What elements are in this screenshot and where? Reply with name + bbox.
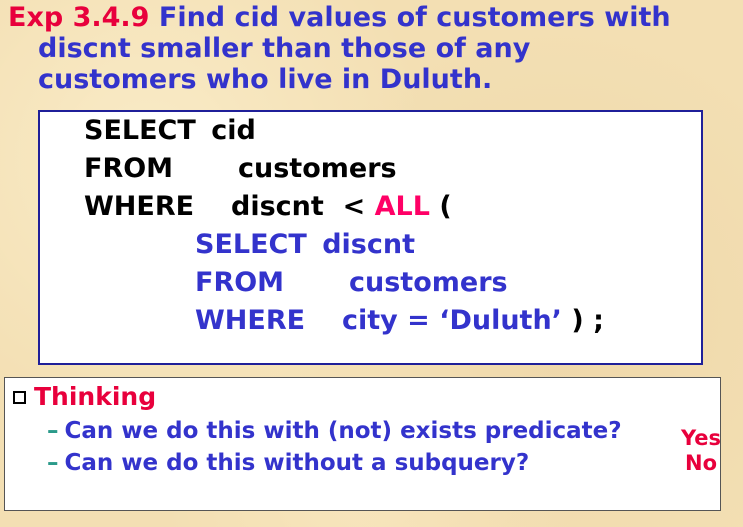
answer-yes: Yes <box>681 426 722 450</box>
title-line-3: customers who live in Duluth. <box>38 64 493 95</box>
thinking-heading-text: Thinking <box>34 382 157 411</box>
sql-open-paren: ( <box>429 191 452 222</box>
subquery-select-keyword: SELECT <box>195 229 307 260</box>
answer-no: No <box>685 451 718 475</box>
slide-title: Exp 3.4.9 Find cid values of customers w… <box>8 2 738 95</box>
sql-from-keyword: FROM <box>84 153 174 184</box>
subquery-where-condition: city = ‘Duluth’ ) ; <box>342 306 604 336</box>
question-item: – Can we do this with (not) exists predic… <box>47 417 622 445</box>
sql-select-column: cid <box>211 115 256 146</box>
title-line-1-text: Find cid values of customers with <box>149 2 671 33</box>
subquery-from-keyword: FROM <box>195 267 285 298</box>
sql-where-expression: discnt < <box>231 191 375 222</box>
checkbox-bullet-icon <box>13 391 26 404</box>
question-text: Can we do this with (not) exists predica… <box>64 418 622 444</box>
sql-where-condition: discnt < ALL ( <box>231 192 452 222</box>
sql-where-line: WHERE <box>84 192 194 222</box>
thinking-box: Thinking – Can we do this with (not) exis… <box>4 377 721 511</box>
title-line-1: Exp 3.4.9 Find cid values of customers w… <box>8 2 738 33</box>
title-line-2: discnt smaller than those of any <box>38 33 531 64</box>
example-number: Exp 3.4.9 <box>8 2 150 33</box>
sql-select-line: SELECT cid <box>84 116 256 146</box>
subquery-select-line: SELECT discnt <box>195 230 415 260</box>
sql-from-table: customers <box>238 153 397 184</box>
sql-select-keyword: SELECT <box>84 115 196 146</box>
sql-all-keyword: ALL <box>374 191 430 222</box>
subquery-select-column: discnt <box>322 229 415 260</box>
thinking-heading: Thinking <box>13 382 156 412</box>
sql-code-box: SELECT cid FROM customers WHERE discnt <… <box>38 110 703 365</box>
dash-bullet-icon: – <box>47 418 59 444</box>
subquery-where-keyword: WHERE <box>195 305 306 336</box>
sql-from-line: FROM <box>84 154 173 184</box>
sql-where-keyword: WHERE <box>84 191 195 222</box>
subquery-where-expression: city = ‘Duluth’ <box>342 305 562 336</box>
subquery-from-table: customers <box>349 267 508 298</box>
question-item: – Can we do this without a subquery? <box>47 449 529 477</box>
sql-close: ) ; <box>561 305 604 336</box>
dash-bullet-icon: – <box>47 450 59 476</box>
question-text: Can we do this without a subquery? <box>64 450 530 476</box>
